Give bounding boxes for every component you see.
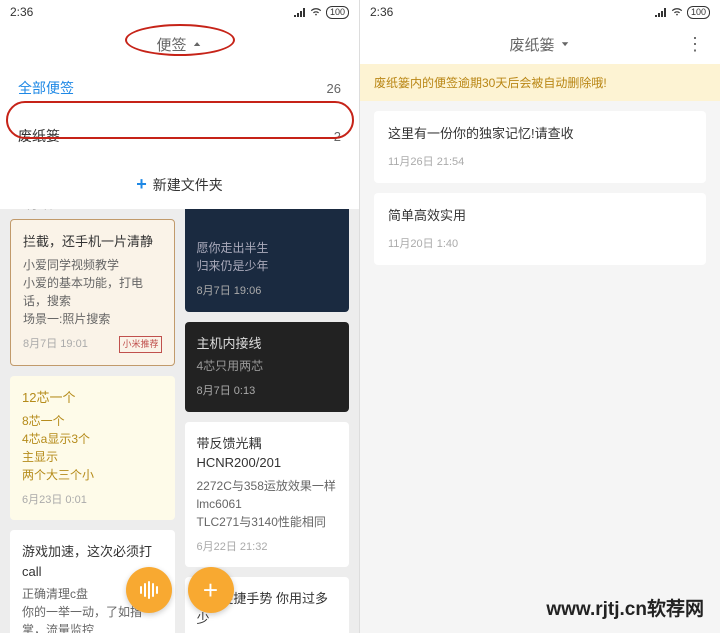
wifi-icon	[671, 7, 683, 17]
header-title-text: 废纸篓	[510, 34, 555, 55]
battery-icon: 100	[326, 6, 349, 19]
note-card[interactable]: 愿你走出半生 归来仍是少年 8月7日 19:06	[185, 209, 350, 312]
wifi-icon	[310, 7, 322, 17]
signal-icon	[655, 7, 667, 17]
new-folder-label: 新建文件夹	[153, 175, 223, 195]
note-body: 2272C与358运放效果一样	[197, 477, 338, 495]
status-time: 2:36	[10, 5, 33, 19]
plus-icon: +	[136, 174, 147, 195]
note-card[interactable]: 带反馈光耦HCNR200/201 2272C与358运放效果一样 lmc6061…	[185, 422, 350, 568]
more-menu-button[interactable]: ⋮	[686, 34, 704, 55]
status-bar: 2:36 100	[0, 0, 359, 24]
trash-item-title: 这里有一份你的独家记忆!请查收	[388, 125, 692, 143]
folder-count: 2	[334, 129, 341, 144]
note-body: 两个大三个小	[22, 466, 163, 484]
note-time: 8月7日 19:01小米推荐	[23, 336, 162, 353]
header: 便签 ▲	[0, 24, 359, 64]
signal-icon	[294, 7, 306, 17]
new-note-button[interactable]: +	[188, 567, 234, 613]
trash-item[interactable]: 简单高效实用 11月20日 1:40	[374, 193, 706, 265]
trash-item[interactable]: 这里有一份你的独家记忆!请查收 11月26日 21:54	[374, 111, 706, 183]
note-card[interactable]: 拦截，还手机一片清静 小爱同学视频教学 小爱的基本功能，打电话，搜索 场景一:照…	[10, 219, 175, 366]
stamp-icon: 小米推荐	[119, 336, 161, 354]
folder-dropdown: 全部便签 26 废纸篓 2 + 新建文件夹	[0, 64, 359, 209]
note-time: 6月23日 0:01	[22, 492, 163, 509]
note-time: 8月7日 19:06	[197, 283, 338, 300]
note-time: 6月22日 21:32	[197, 539, 338, 556]
note-title: 带反馈光耦HCNR200/201	[197, 434, 338, 473]
voice-note-button[interactable]	[126, 567, 172, 613]
note-body: lmc6061	[197, 495, 338, 513]
phone-right: 2:36 100 废纸篓 ▼ ⋮ 废纸篓内的便签逾期30天后会被自动删除哦! 这…	[360, 0, 720, 633]
status-icons: 100	[655, 6, 710, 19]
trash-item-time: 11月20日 1:40	[388, 235, 692, 251]
status-bar: 2:36 100	[360, 0, 720, 24]
folder-count: 26	[327, 81, 341, 96]
note-card[interactable]: 12芯一个 8芯一个 4芯a显示3个 主显示 两个大三个小 6月23日 0:01	[10, 376, 175, 520]
note-body: 主显示	[22, 448, 163, 466]
plus-icon: +	[203, 575, 218, 606]
note-body: 4芯a显示3个	[22, 430, 163, 448]
phone-left: 2:36 100 便签 ▲ 全部便签 26 废纸篓 2 + 新建文件夹 8月7日…	[0, 0, 360, 633]
new-folder-button[interactable]: + 新建文件夹	[0, 160, 359, 209]
folder-trash[interactable]: 废纸篓 2	[0, 112, 359, 160]
note-body: 归来仍是少年	[197, 257, 338, 275]
folder-all-notes[interactable]: 全部便签 26	[0, 64, 359, 112]
folder-label: 废纸篓	[18, 126, 60, 146]
folder-dropdown-trigger[interactable]: 废纸篓 ▼	[510, 34, 571, 55]
note-body: 场景一:照片搜索	[23, 310, 162, 328]
folder-dropdown-trigger[interactable]: 便签 ▲	[157, 34, 203, 55]
note-body: TLC271与3140性能相同	[197, 513, 338, 531]
note-body: 8芯一个	[22, 412, 163, 430]
status-icons: 100	[294, 6, 349, 19]
note-time: 8月7日 0:13	[197, 383, 338, 400]
note-title: 12芯一个	[22, 388, 163, 408]
waveform-icon	[140, 581, 158, 599]
trash-item-title: 简单高效实用	[388, 207, 692, 225]
note-body: 愿你走出半生	[197, 239, 338, 257]
note-title: 拦截，还手机一片清静	[23, 232, 162, 252]
chevron-down-icon: ▼	[560, 40, 571, 47]
fab-row: +	[126, 567, 234, 613]
folder-label: 全部便签	[18, 78, 74, 98]
note-body: 小爱的基本功能，打电话，搜索	[23, 274, 162, 310]
trash-item-time: 11月26日 21:54	[388, 153, 692, 169]
battery-icon: 100	[687, 6, 710, 19]
header-title-text: 便签	[157, 34, 187, 55]
trash-list[interactable]: 这里有一份你的独家记忆!请查收 11月26日 21:54 简单高效实用 11月2…	[360, 101, 720, 275]
note-body: 4芯只用两芯	[197, 357, 338, 375]
trash-warning-banner: 废纸篓内的便签逾期30天后会被自动删除哦!	[360, 64, 720, 101]
status-time: 2:36	[370, 5, 393, 19]
note-title: 主机内接线	[197, 334, 338, 354]
header: 废纸篓 ▼ ⋮	[360, 24, 720, 64]
note-body: 小爱同学视频教学	[23, 256, 162, 274]
chevron-up-icon: ▲	[192, 40, 203, 47]
note-card[interactable]: 主机内接线 4芯只用两芯 8月7日 0:13	[185, 322, 350, 412]
